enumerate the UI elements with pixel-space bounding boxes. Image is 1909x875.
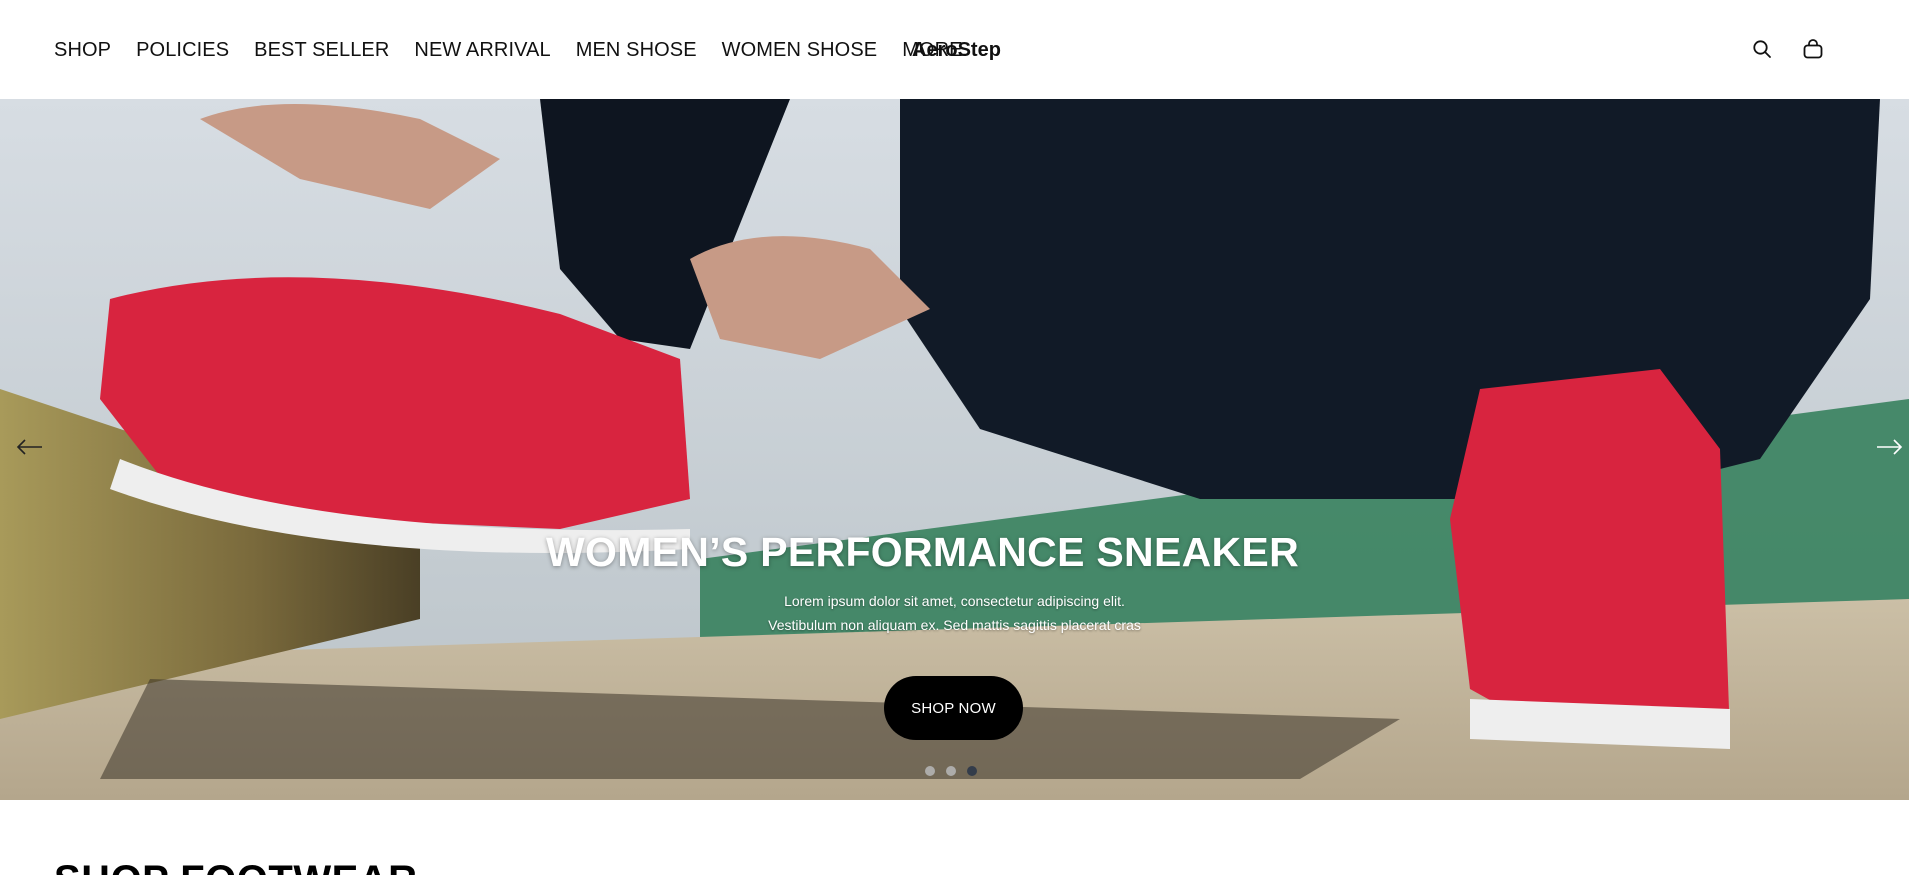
slide-dot-2[interactable]	[946, 766, 956, 776]
hero-slider: WOMEN’S PERFORMANCE SNEAKER Lorem ipsum …	[0, 99, 1909, 800]
section-title: SHOP FOOTWEAR	[54, 857, 418, 875]
nav-item-best-seller[interactable]: BEST SELLER	[254, 38, 389, 62]
header-actions	[1749, 34, 1909, 64]
brand-logo[interactable]: AeroStep	[912, 38, 1001, 62]
site-header: SHOP POLICIES BEST SELLER NEW ARRIVAL ME…	[0, 0, 1909, 99]
hero-title: WOMEN’S PERFORMANCE SNEAKER	[546, 529, 1299, 575]
slide-dot-3[interactable]	[967, 766, 977, 776]
prev-slide-arrow-icon[interactable]	[10, 432, 50, 462]
shop-now-button[interactable]: SHOP NOW	[884, 676, 1023, 740]
nav-item-policies[interactable]: POLICIES	[136, 38, 229, 62]
next-slide-arrow-icon[interactable]	[1869, 432, 1909, 462]
hero-subtitle-line-2: Vestibulum non aliquam ex. Sed mattis sa…	[768, 617, 1141, 633]
main-nav: SHOP POLICIES BEST SELLER NEW ARRIVAL ME…	[54, 38, 988, 62]
nav-item-shop[interactable]: SHOP	[54, 38, 111, 62]
nav-item-new-arrival[interactable]: NEW ARRIVAL	[414, 38, 550, 62]
slider-pagination	[925, 766, 977, 776]
nav-item-women-shose[interactable]: WOMEN SHOSE	[722, 38, 878, 62]
hero-subtitle-line-1: Lorem ipsum dolor sit amet, consectetur …	[784, 593, 1125, 609]
search-icon[interactable]	[1749, 36, 1775, 62]
shopping-bag-icon[interactable]	[1800, 36, 1826, 62]
nav-item-men-shose[interactable]: MEN SHOSE	[576, 38, 697, 62]
slide-dot-1[interactable]	[925, 766, 935, 776]
